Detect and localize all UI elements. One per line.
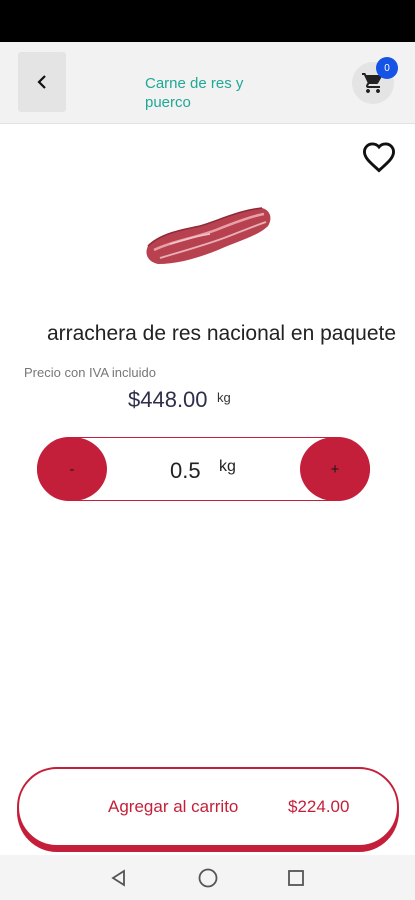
chevron-left-icon (37, 75, 46, 89)
app-bar: Carne de res y puerco 0 (0, 42, 415, 124)
page-title: Carne de res y puerco (145, 75, 244, 111)
price-unit: kg (217, 390, 231, 405)
add-to-cart-button[interactable]: Agregar al carrito $224.00 (17, 767, 399, 847)
nav-recents-button[interactable] (283, 865, 309, 891)
nav-home-button[interactable] (195, 865, 221, 891)
nav-back-button[interactable] (106, 865, 132, 891)
square-recents-icon (288, 870, 304, 886)
product-name: arrachera de res nacional en paquete (46, 322, 397, 345)
system-nav-bar (0, 855, 415, 900)
triangle-back-icon (111, 869, 125, 887)
circle-home-icon (198, 868, 218, 888)
decrease-quantity-button[interactable]: - (37, 437, 107, 501)
add-to-cart-total: $224.00 (288, 797, 350, 816)
product-price: $448.00 (128, 387, 208, 412)
quantity-value: 0.5 (170, 458, 201, 483)
status-bar (0, 0, 415, 42)
add-to-cart-label: Agregar al carrito (108, 797, 239, 816)
price-note: Precio con IVA incluido (24, 365, 156, 380)
cart-count-badge: 0 (376, 57, 398, 79)
heart-outline-icon (362, 142, 396, 173)
increase-quantity-button[interactable]: + (300, 437, 370, 501)
back-button[interactable] (18, 52, 66, 112)
product-image (146, 207, 271, 264)
quantity-stepper: - 0.5 kg + (37, 437, 370, 501)
favorite-button[interactable] (360, 139, 398, 175)
quantity-unit: kg (219, 458, 236, 475)
